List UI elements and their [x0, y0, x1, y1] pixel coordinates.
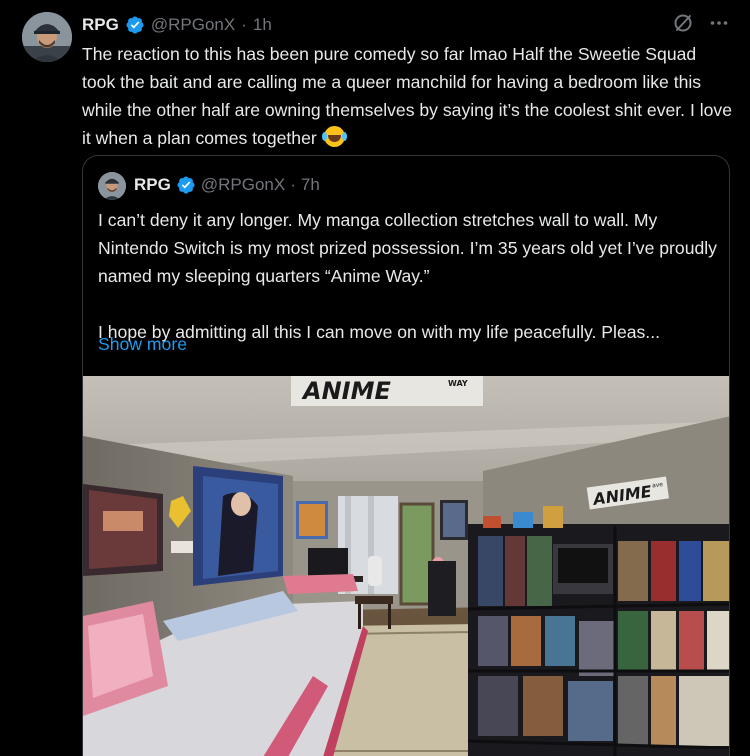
- verified-badge-icon[interactable]: [176, 175, 196, 195]
- dot-separator: ·: [290, 175, 296, 194]
- tweet-text-content: The reaction to this has been pure comed…: [82, 44, 733, 148]
- tweet[interactable]: RPG @RPGonX · 1h The reaction to this ha…: [0, 0, 750, 756]
- tweet-text: The reaction to this has been pure comed…: [82, 40, 732, 152]
- show-more-link[interactable]: Show more: [98, 330, 187, 358]
- sign-anime-text: ANIME: [301, 377, 391, 405]
- grok-icon[interactable]: [672, 12, 694, 34]
- quoted-paragraph-2: I hope by admitting all this I can move …: [98, 322, 660, 342]
- quoted-author-name[interactable]: RPG: [134, 175, 171, 195]
- quoted-tweet[interactable]: RPG @RPGonX · 7h I can’t deny it any lon…: [82, 155, 730, 756]
- author-name[interactable]: RPG: [82, 15, 119, 35]
- tweet-header: RPG @RPGonX · 1h: [82, 13, 272, 37]
- face-with-tears-of-joy-icon: [321, 126, 345, 147]
- more-icon[interactable]: [708, 12, 730, 34]
- quoted-paragraph-1: I can’t deny it any longer. My manga col…: [98, 210, 717, 286]
- bedroom-photo[interactable]: ANIME WAY ANIME ave: [83, 376, 729, 756]
- quoted-avatar[interactable]: [98, 172, 126, 200]
- quoted-timestamp[interactable]: 7h: [301, 175, 320, 195]
- timestamp[interactable]: 1h: [253, 15, 272, 35]
- dot-separator: ·: [241, 15, 247, 34]
- sign-way-text: WAY: [448, 379, 468, 388]
- author-handle[interactable]: @RPGonX: [151, 15, 235, 35]
- avatar[interactable]: [22, 12, 72, 62]
- quoted-header: RPG @RPGonX · 7h: [134, 175, 320, 195]
- tweet-actions: [672, 12, 730, 34]
- quoted-author-handle[interactable]: @RPGonX: [201, 175, 285, 195]
- verified-badge-icon[interactable]: [125, 15, 145, 35]
- quoted-text: I can’t deny it any longer. My manga col…: [98, 206, 723, 346]
